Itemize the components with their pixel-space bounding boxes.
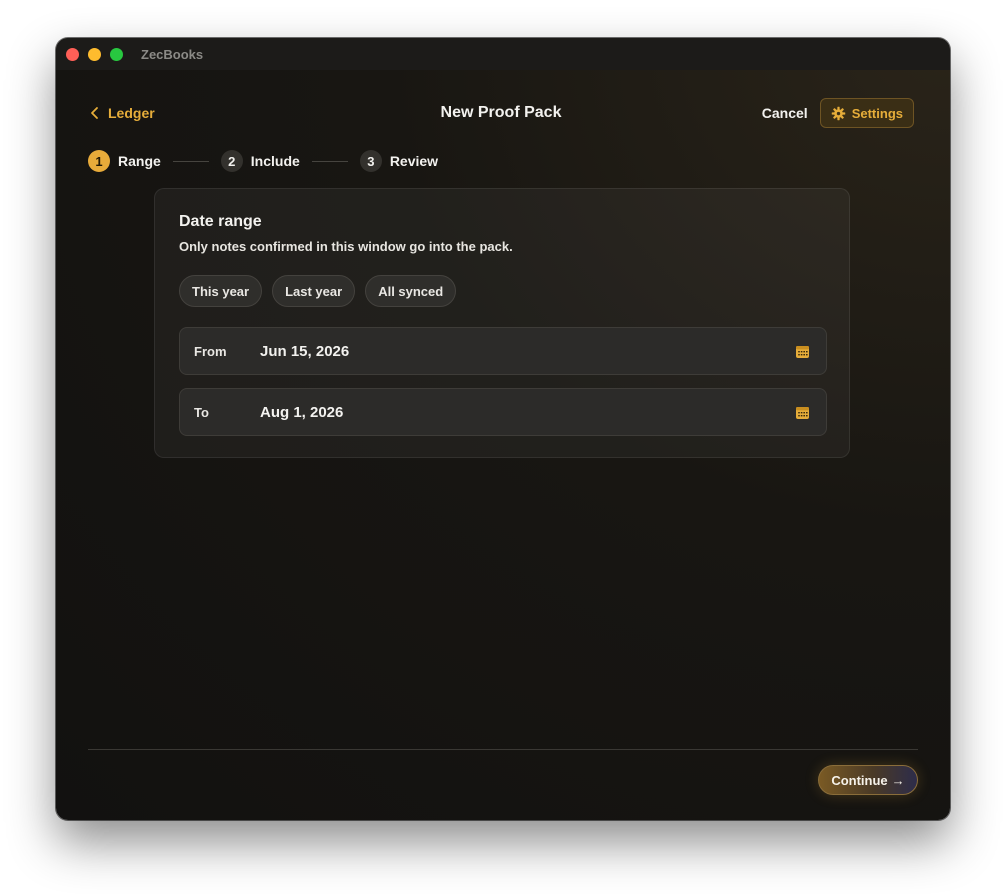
to-label: To <box>194 404 209 420</box>
minimize-window-button[interactable] <box>88 47 101 61</box>
from-date-field[interactable]: From Jun 15, 2026 <box>179 327 827 375</box>
preset-chips: This year Last year All synced <box>179 275 457 307</box>
step-number: 3 <box>359 150 382 172</box>
cancel-button[interactable]: Cancel <box>762 105 808 121</box>
calendar-icon[interactable] <box>795 344 810 359</box>
step-review[interactable]: 3 Review <box>359 150 439 172</box>
title-bar: ZecBooks <box>56 38 950 70</box>
date-range-card: Date range Only notes confirmed in this … <box>154 188 850 458</box>
step-connector <box>311 160 348 162</box>
step-indicator: 1 Range 2 Include 3 Review <box>88 150 438 172</box>
preset-this-year-chip[interactable]: This year <box>179 275 263 307</box>
arrow-right-icon: → <box>891 772 905 788</box>
step-label: Review <box>389 153 439 169</box>
step-label: Range <box>118 153 161 169</box>
close-window-button[interactable] <box>66 47 79 61</box>
continue-button[interactable]: Continue → <box>818 765 918 795</box>
settings-label: Settings <box>851 105 903 121</box>
zoom-window-button[interactable] <box>110 47 123 61</box>
preset-all-synced-chip[interactable]: All synced <box>365 275 457 307</box>
from-date-value: Jun 15, 2026 <box>260 342 350 360</box>
footer-divider <box>88 749 918 750</box>
step-label: Include <box>250 153 300 169</box>
header-actions: Cancel Settings <box>762 98 914 128</box>
window-controls <box>66 47 123 61</box>
card-title: Date range <box>179 213 262 230</box>
continue-label: Continue <box>831 772 888 788</box>
card-subtitle: Only notes confirmed in this window go i… <box>179 239 513 254</box>
step-number: 2 <box>220 150 243 172</box>
app-title: ZecBooks <box>141 46 204 62</box>
preset-last-year-chip[interactable]: Last year <box>272 275 356 307</box>
page-header: Ledger New Proof Pack Cancel Settings <box>88 98 914 128</box>
app-window: ZecBooks Ledger New Proof Pack Cancel Se… <box>56 38 950 820</box>
gear-icon <box>831 106 845 120</box>
calendar-icon[interactable] <box>795 405 810 420</box>
step-connector <box>172 160 209 162</box>
step-include[interactable]: 2 Include <box>220 150 300 172</box>
to-date-value: Aug 1, 2026 <box>260 403 344 421</box>
step-number: 1 <box>88 150 110 172</box>
step-range[interactable]: 1 Range <box>88 150 161 172</box>
settings-button[interactable]: Settings <box>819 98 914 128</box>
from-label: From <box>194 343 227 359</box>
to-date-field[interactable]: To Aug 1, 2026 <box>179 388 827 436</box>
